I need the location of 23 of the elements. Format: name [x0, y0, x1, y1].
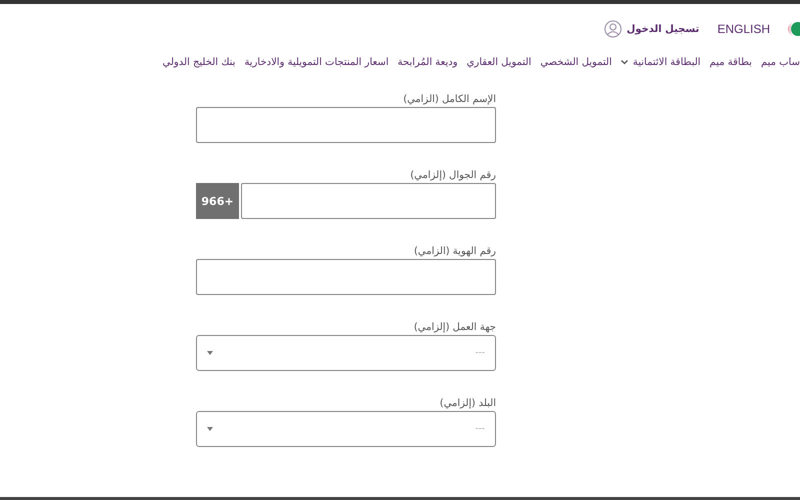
nav-link[interactable]: التمويل العقاري — [466, 56, 532, 68]
nav-link[interactable]: التمويل الشخصي — [540, 56, 612, 68]
language-link[interactable]: ENGLISH — [717, 22, 770, 36]
nav-link[interactable]: وديعة المُرابحة — [398, 56, 458, 68]
caret-icon — [620, 60, 628, 64]
login-link[interactable]: تسجيل الدخول — [626, 24, 700, 34]
user-icon[interactable] — [604, 20, 622, 38]
caret-icon — [207, 427, 213, 431]
nav-link[interactable]: البطاقة الائتمانية — [620, 56, 701, 68]
caret-icon — [207, 351, 213, 355]
phone-field[interactable] — [241, 183, 496, 219]
nav-link[interactable]: بطاقة ميم — [710, 56, 752, 68]
nav-link[interactable]: ساب ميم — [760, 56, 800, 68]
input-field[interactable] — [196, 259, 496, 295]
input-field[interactable] — [196, 107, 496, 143]
field-label: رقم الجوال (إلزامي) — [409, 170, 496, 181]
nav-link[interactable]: بنك الخليج الدولي — [162, 56, 236, 68]
field-label: البلد (إلزامي) — [438, 398, 496, 409]
country-code: 966+ — [196, 183, 239, 219]
field-label: الإسم الكامل (الزامي) — [402, 94, 496, 105]
field-label: رقم الهوية (الزامي) — [413, 246, 496, 257]
nav-link[interactable]: اسعار المنتجات التمويلية والادخارية — [244, 56, 389, 68]
field-label: جهة العمل (إلزامي) — [412, 322, 496, 333]
